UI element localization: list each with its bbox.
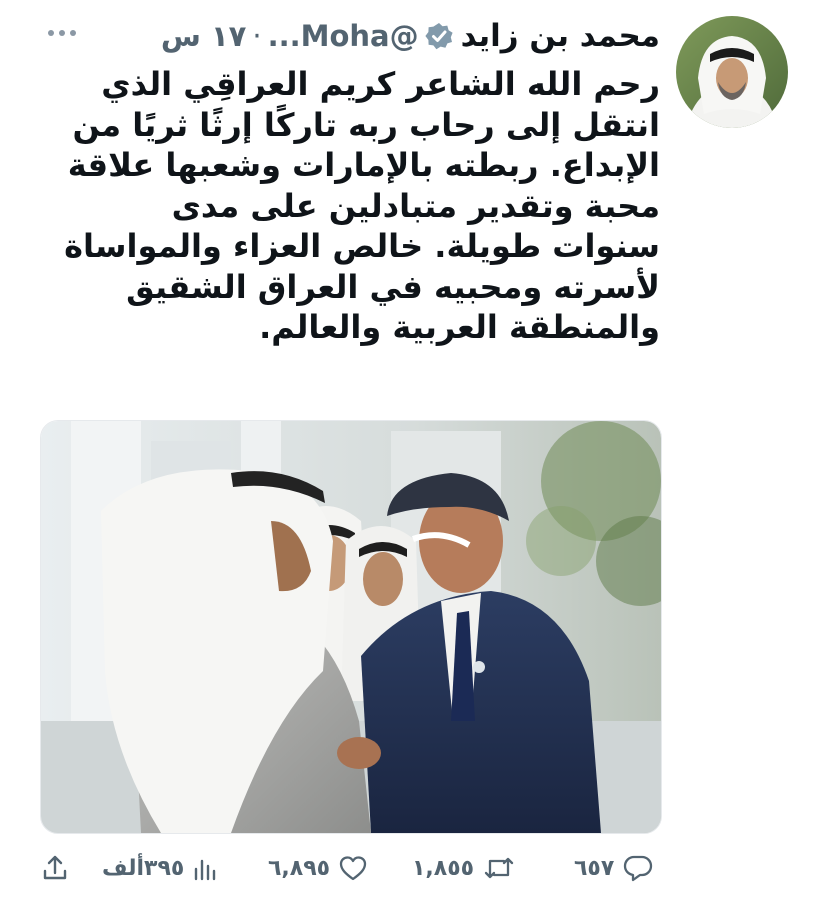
avatar[interactable]	[676, 16, 788, 128]
reply-button[interactable]: ٦٥٧	[574, 846, 654, 890]
reply-count: ٦٥٧	[574, 855, 615, 881]
header-separator: ·	[252, 19, 262, 53]
author-name[interactable]: محمد بن زايد	[461, 18, 660, 54]
tweet-text: رحم الله الشاعر كريم العراقِي الذي انتقل…	[64, 65, 660, 346]
tweet-timestamp[interactable]: ١٧ س	[161, 19, 247, 53]
verified-badge-icon[interactable]	[425, 22, 453, 50]
heart-icon	[339, 856, 367, 881]
more-dots-icon[interactable]	[44, 18, 80, 48]
views-button[interactable]: ٣٩٥ألف	[102, 846, 218, 890]
share-icon	[43, 855, 67, 880]
avatar-image	[676, 16, 788, 128]
share-button[interactable]	[40, 846, 70, 890]
reply-icon	[624, 855, 653, 882]
tweet-header: محمد بن زايد @Moha... · ١٧ س	[40, 14, 660, 58]
views-count: ٣٩٥ألف	[102, 855, 185, 881]
like-count: ٦,٨٩٥	[268, 855, 331, 881]
action-bar: ٣٩٥ألف ٦,٨٩٥ ١,٨٥٥ ٦٥٧	[40, 846, 660, 890]
views-icon	[195, 859, 216, 881]
retweet-icon	[484, 857, 514, 879]
tweet-photo[interactable]	[40, 420, 662, 834]
retweet-button[interactable]: ١,٨٥٥	[412, 846, 516, 890]
retweet-count: ١,٨٥٥	[412, 855, 475, 881]
photo-image	[41, 421, 661, 833]
like-button[interactable]: ٦,٨٩٥	[268, 846, 368, 890]
author-handle[interactable]: @Moha...	[268, 19, 419, 53]
